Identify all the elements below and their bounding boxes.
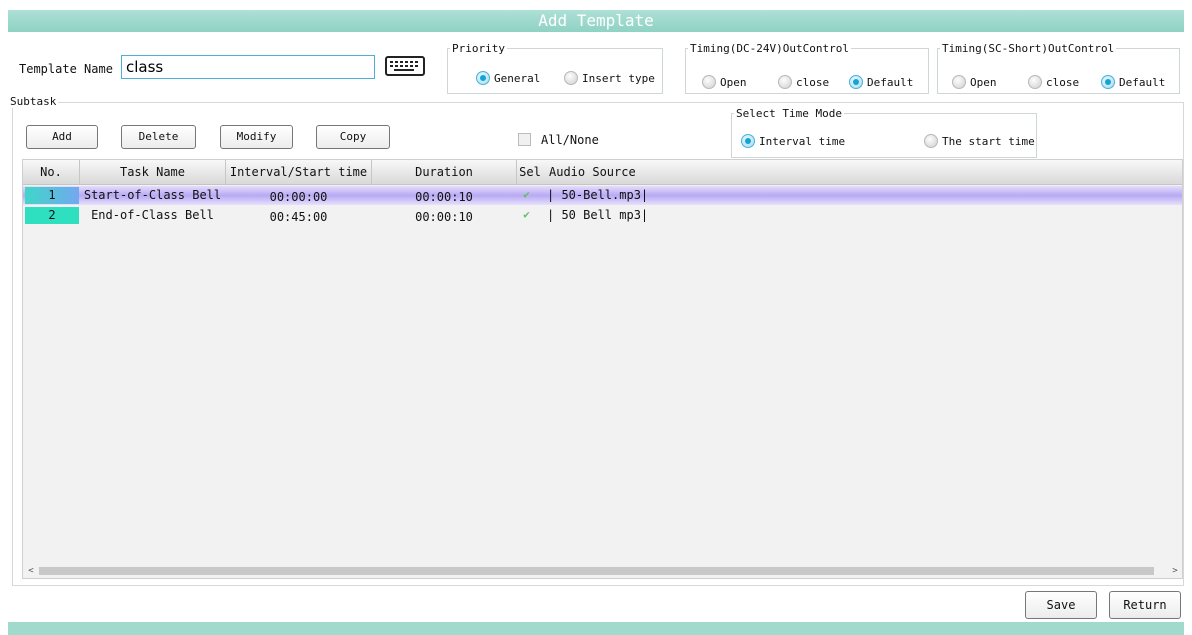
timing-sc-title: Timing(SC-Short)OutControl — [942, 42, 1115, 55]
row-number: 1 — [25, 187, 79, 204]
time-cell: 00:45:00 — [269, 210, 328, 224]
timing-dc-title: Timing(DC-24V)OutControl — [690, 42, 849, 55]
radio-unselected-icon — [1028, 75, 1042, 89]
delete-button[interactable]: Delete — [121, 125, 196, 149]
audio-source-cell: | 50-Bell.mp3| — [547, 188, 649, 202]
timing-dc-group: Timing(DC-24V)OutControl Open close Defa… — [685, 42, 929, 94]
priority-title: Priority — [452, 42, 505, 55]
column-header-duration[interactable]: Duration — [372, 160, 517, 184]
radio-label: General — [494, 71, 541, 85]
priority-group: Priority General Insert type — [447, 42, 663, 94]
radio-label: Open — [970, 75, 997, 89]
window-title-bar: Add Template — [8, 10, 1184, 32]
radio-label: close — [796, 75, 830, 89]
priority-insert-radio[interactable]: Insert type — [564, 71, 655, 85]
window-title: Add Template — [538, 11, 654, 30]
task-name-cell: Start-of-Class Bell — [83, 188, 222, 202]
modify-button[interactable]: Modify — [220, 125, 293, 149]
timing-sc-close-radio[interactable]: close — [1028, 75, 1079, 89]
column-header-sel[interactable]: Sel — [517, 160, 543, 184]
column-header-task-name[interactable]: Task Name — [80, 160, 226, 184]
table-row[interactable]: 2 End-of-Class Bell 00:45:00 00:00:10 ✔ … — [23, 206, 1182, 225]
template-name-label: Template Name : — [19, 62, 128, 76]
timing-sc-default-radio[interactable]: Default — [1101, 75, 1165, 89]
save-button[interactable]: Save — [1025, 591, 1097, 619]
return-button[interactable]: Return — [1109, 591, 1181, 619]
radio-label: Insert type — [582, 71, 655, 85]
radio-selected-icon — [1101, 75, 1115, 89]
time-mode-title: Select Time Mode — [736, 107, 842, 120]
audio-source-cell: | 50 Bell mp3| — [547, 208, 649, 222]
all-none-label: All/None — [541, 133, 599, 147]
timing-dc-close-radio[interactable]: close — [778, 75, 829, 89]
chevron-right-icon[interactable]: > — [1169, 565, 1181, 577]
radio-label: Default — [1119, 75, 1166, 89]
chevron-left-icon[interactable]: < — [25, 565, 37, 577]
radio-label: Default — [867, 75, 914, 89]
timing-sc-group: Timing(SC-Short)OutControl Open close De… — [937, 42, 1180, 94]
template-name-input[interactable] — [121, 55, 375, 79]
copy-button[interactable]: Copy — [316, 125, 390, 149]
checkmark-icon[interactable]: ✔ — [520, 208, 533, 221]
radio-selected-icon — [849, 75, 863, 89]
duration-cell: 00:00:10 — [415, 210, 473, 224]
column-header-time[interactable]: Interval/Start time — [226, 160, 372, 184]
radio-unselected-icon — [702, 75, 716, 89]
table-row[interactable]: 1 Start-of-Class Bell 00:00:00 00:00:10 … — [23, 186, 1182, 205]
task-table: No. Task Name Interval/Start time Durati… — [22, 159, 1183, 579]
radio-label: Interval time — [759, 134, 846, 148]
time-cell: 00:00:00 — [269, 190, 328, 204]
radio-unselected-icon — [778, 75, 792, 89]
task-name-cell: End-of-Class Bell — [91, 208, 214, 222]
column-header-no[interactable]: No. — [23, 160, 80, 184]
radio-label: The start time — [942, 134, 1035, 148]
timing-sc-open-radio[interactable]: Open — [952, 75, 997, 89]
radio-unselected-icon — [924, 134, 938, 148]
subtask-label: Subtask — [8, 95, 59, 108]
add-button[interactable]: Add — [26, 125, 98, 149]
interval-time-radio[interactable]: Interval time — [741, 134, 845, 148]
column-header-audio[interactable]: Audio Source — [549, 160, 639, 184]
all-none-checkbox[interactable] — [518, 133, 531, 146]
radio-unselected-icon — [952, 75, 966, 89]
horizontal-scrollbar[interactable]: < > — [25, 565, 1181, 577]
time-mode-group: Select Time Mode Interval time The start… — [731, 107, 1037, 158]
radio-selected-icon — [476, 71, 490, 85]
scrollbar-thumb[interactable] — [39, 567, 1154, 575]
footer-bar — [8, 622, 1184, 635]
timing-dc-open-radio[interactable]: Open — [702, 75, 747, 89]
checkmark-icon[interactable]: ✔ — [520, 188, 533, 201]
radio-label: Open — [720, 75, 747, 89]
keyboard-icon[interactable] — [385, 56, 425, 76]
duration-cell: 00:00:10 — [415, 190, 473, 204]
radio-label: close — [1046, 75, 1080, 89]
radio-unselected-icon — [564, 71, 578, 85]
row-number: 2 — [25, 207, 79, 224]
radio-selected-icon — [741, 134, 755, 148]
start-time-radio[interactable]: The start time — [924, 134, 1035, 148]
table-header: No. Task Name Interval/Start time Durati… — [23, 160, 1182, 185]
timing-dc-default-radio[interactable]: Default — [849, 75, 913, 89]
priority-general-radio[interactable]: General — [476, 71, 540, 85]
